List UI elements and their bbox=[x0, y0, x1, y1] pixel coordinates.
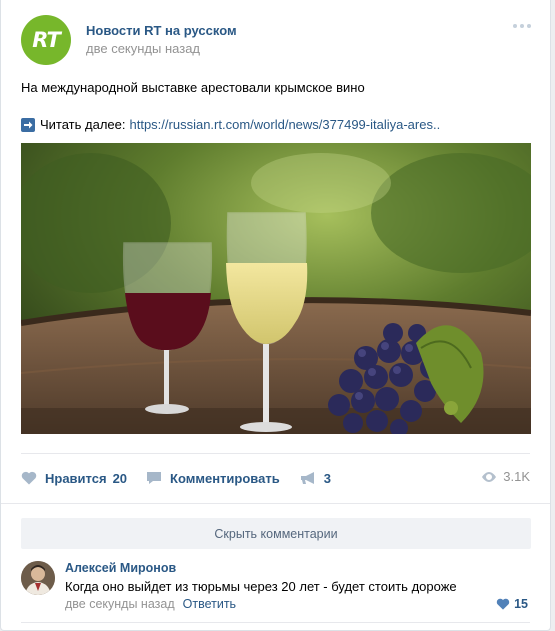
divider bbox=[21, 622, 530, 623]
like-button[interactable]: Нравится 20 bbox=[21, 471, 127, 486]
read-more-label: Читать далее: bbox=[40, 117, 126, 132]
share-button[interactable]: 3 bbox=[300, 471, 331, 486]
comment-like-count: 15 bbox=[514, 597, 528, 611]
divider bbox=[21, 453, 530, 454]
post-time[interactable]: две секунды назад bbox=[86, 41, 200, 56]
comment-like-button[interactable]: 15 bbox=[496, 597, 528, 611]
post-actions: Нравится 20 Комментировать 3 bbox=[21, 469, 331, 487]
reply-button[interactable]: Ответить bbox=[183, 597, 236, 611]
post-card: RT Новости RT на русском две секунды наз… bbox=[0, 0, 551, 631]
comment-time[interactable]: две секунды назад bbox=[65, 597, 175, 611]
comment-meta: две секунды назад Ответить bbox=[65, 597, 236, 611]
views-count: 3.1K bbox=[503, 469, 530, 484]
arrow-right-icon bbox=[21, 118, 35, 132]
more-icon[interactable] bbox=[513, 24, 531, 28]
views-counter: 3.1K bbox=[481, 469, 530, 484]
author-avatar[interactable]: RT bbox=[21, 15, 71, 65]
article-link[interactable]: https://russian.rt.com/world/news/377499… bbox=[130, 116, 441, 134]
post-text: На международной выставке арестовали кры… bbox=[21, 80, 365, 95]
divider bbox=[1, 503, 550, 504]
post-author[interactable]: Новости RT на русском bbox=[86, 23, 237, 38]
rt-logo: RT bbox=[32, 28, 61, 52]
comment-button[interactable]: Комментировать bbox=[146, 471, 280, 486]
read-more-line: Читать далее: https://russian.rt.com/wor… bbox=[21, 116, 440, 134]
avatar[interactable] bbox=[21, 561, 55, 595]
heart-icon bbox=[21, 471, 37, 485]
share-count: 3 bbox=[323, 470, 331, 486]
share-icon bbox=[300, 472, 314, 484]
eye-icon bbox=[482, 471, 497, 482]
hide-comments-button[interactable]: Скрыть комментарии bbox=[21, 518, 531, 549]
comment-icon bbox=[147, 472, 162, 484]
comment-author[interactable]: Алексей Миронов bbox=[65, 561, 176, 575]
comment-text: Когда оно выйдет из тюрьмы через 20 лет … bbox=[65, 579, 457, 594]
like-count: 20 bbox=[112, 470, 128, 486]
post-photo[interactable] bbox=[21, 143, 531, 434]
heart-icon bbox=[496, 598, 510, 610]
like-label: Нравится bbox=[45, 470, 107, 486]
comment-label: Комментировать bbox=[170, 470, 280, 486]
